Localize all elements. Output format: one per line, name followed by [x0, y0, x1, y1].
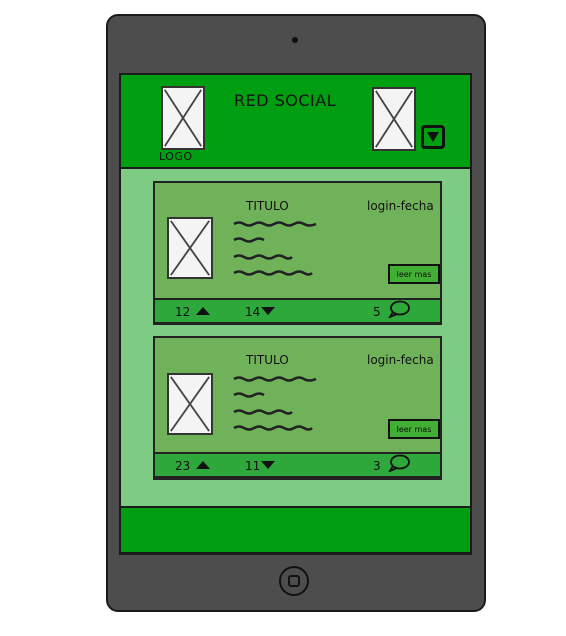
upvote-icon[interactable]	[196, 307, 210, 315]
app-title: RED SOCIAL	[234, 91, 337, 110]
dropdown-arrow-icon	[427, 132, 439, 142]
logo-label: LOGO	[159, 150, 193, 163]
post-image-placeholder-icon	[167, 217, 213, 279]
home-button-icon	[288, 575, 300, 587]
downvote-count: 11	[245, 459, 261, 473]
downvote-icon[interactable]	[261, 461, 275, 469]
app-footer	[119, 506, 472, 554]
post-title: TITULO	[246, 353, 289, 367]
comment-count: 3	[373, 459, 381, 473]
profile-image-placeholder-icon[interactable]	[372, 87, 416, 151]
comment-icon[interactable]	[388, 300, 410, 318]
read-more-button[interactable]: leer mas	[388, 264, 440, 284]
upvote-count: 23	[175, 459, 191, 473]
post-meta: login-fecha	[367, 353, 434, 367]
downvote-count: 14	[245, 305, 261, 319]
home-button[interactable]	[279, 566, 309, 596]
upvote-icon[interactable]	[196, 461, 210, 469]
comment-icon[interactable]	[388, 454, 410, 472]
dropdown-button[interactable]	[421, 125, 445, 149]
read-more-button[interactable]: leer mas	[388, 419, 440, 439]
post-text-scribble	[233, 221, 317, 276]
post-meta: login-fecha	[367, 199, 434, 213]
post-title: TITULO	[246, 199, 289, 213]
downvote-icon[interactable]	[261, 307, 275, 315]
post-text-scribble	[233, 376, 317, 431]
upvote-count: 12	[175, 305, 191, 319]
camera-icon	[292, 37, 298, 43]
comment-count: 5	[373, 305, 381, 319]
logo-image-placeholder-icon	[161, 86, 205, 150]
post-image-placeholder-icon	[167, 373, 213, 435]
